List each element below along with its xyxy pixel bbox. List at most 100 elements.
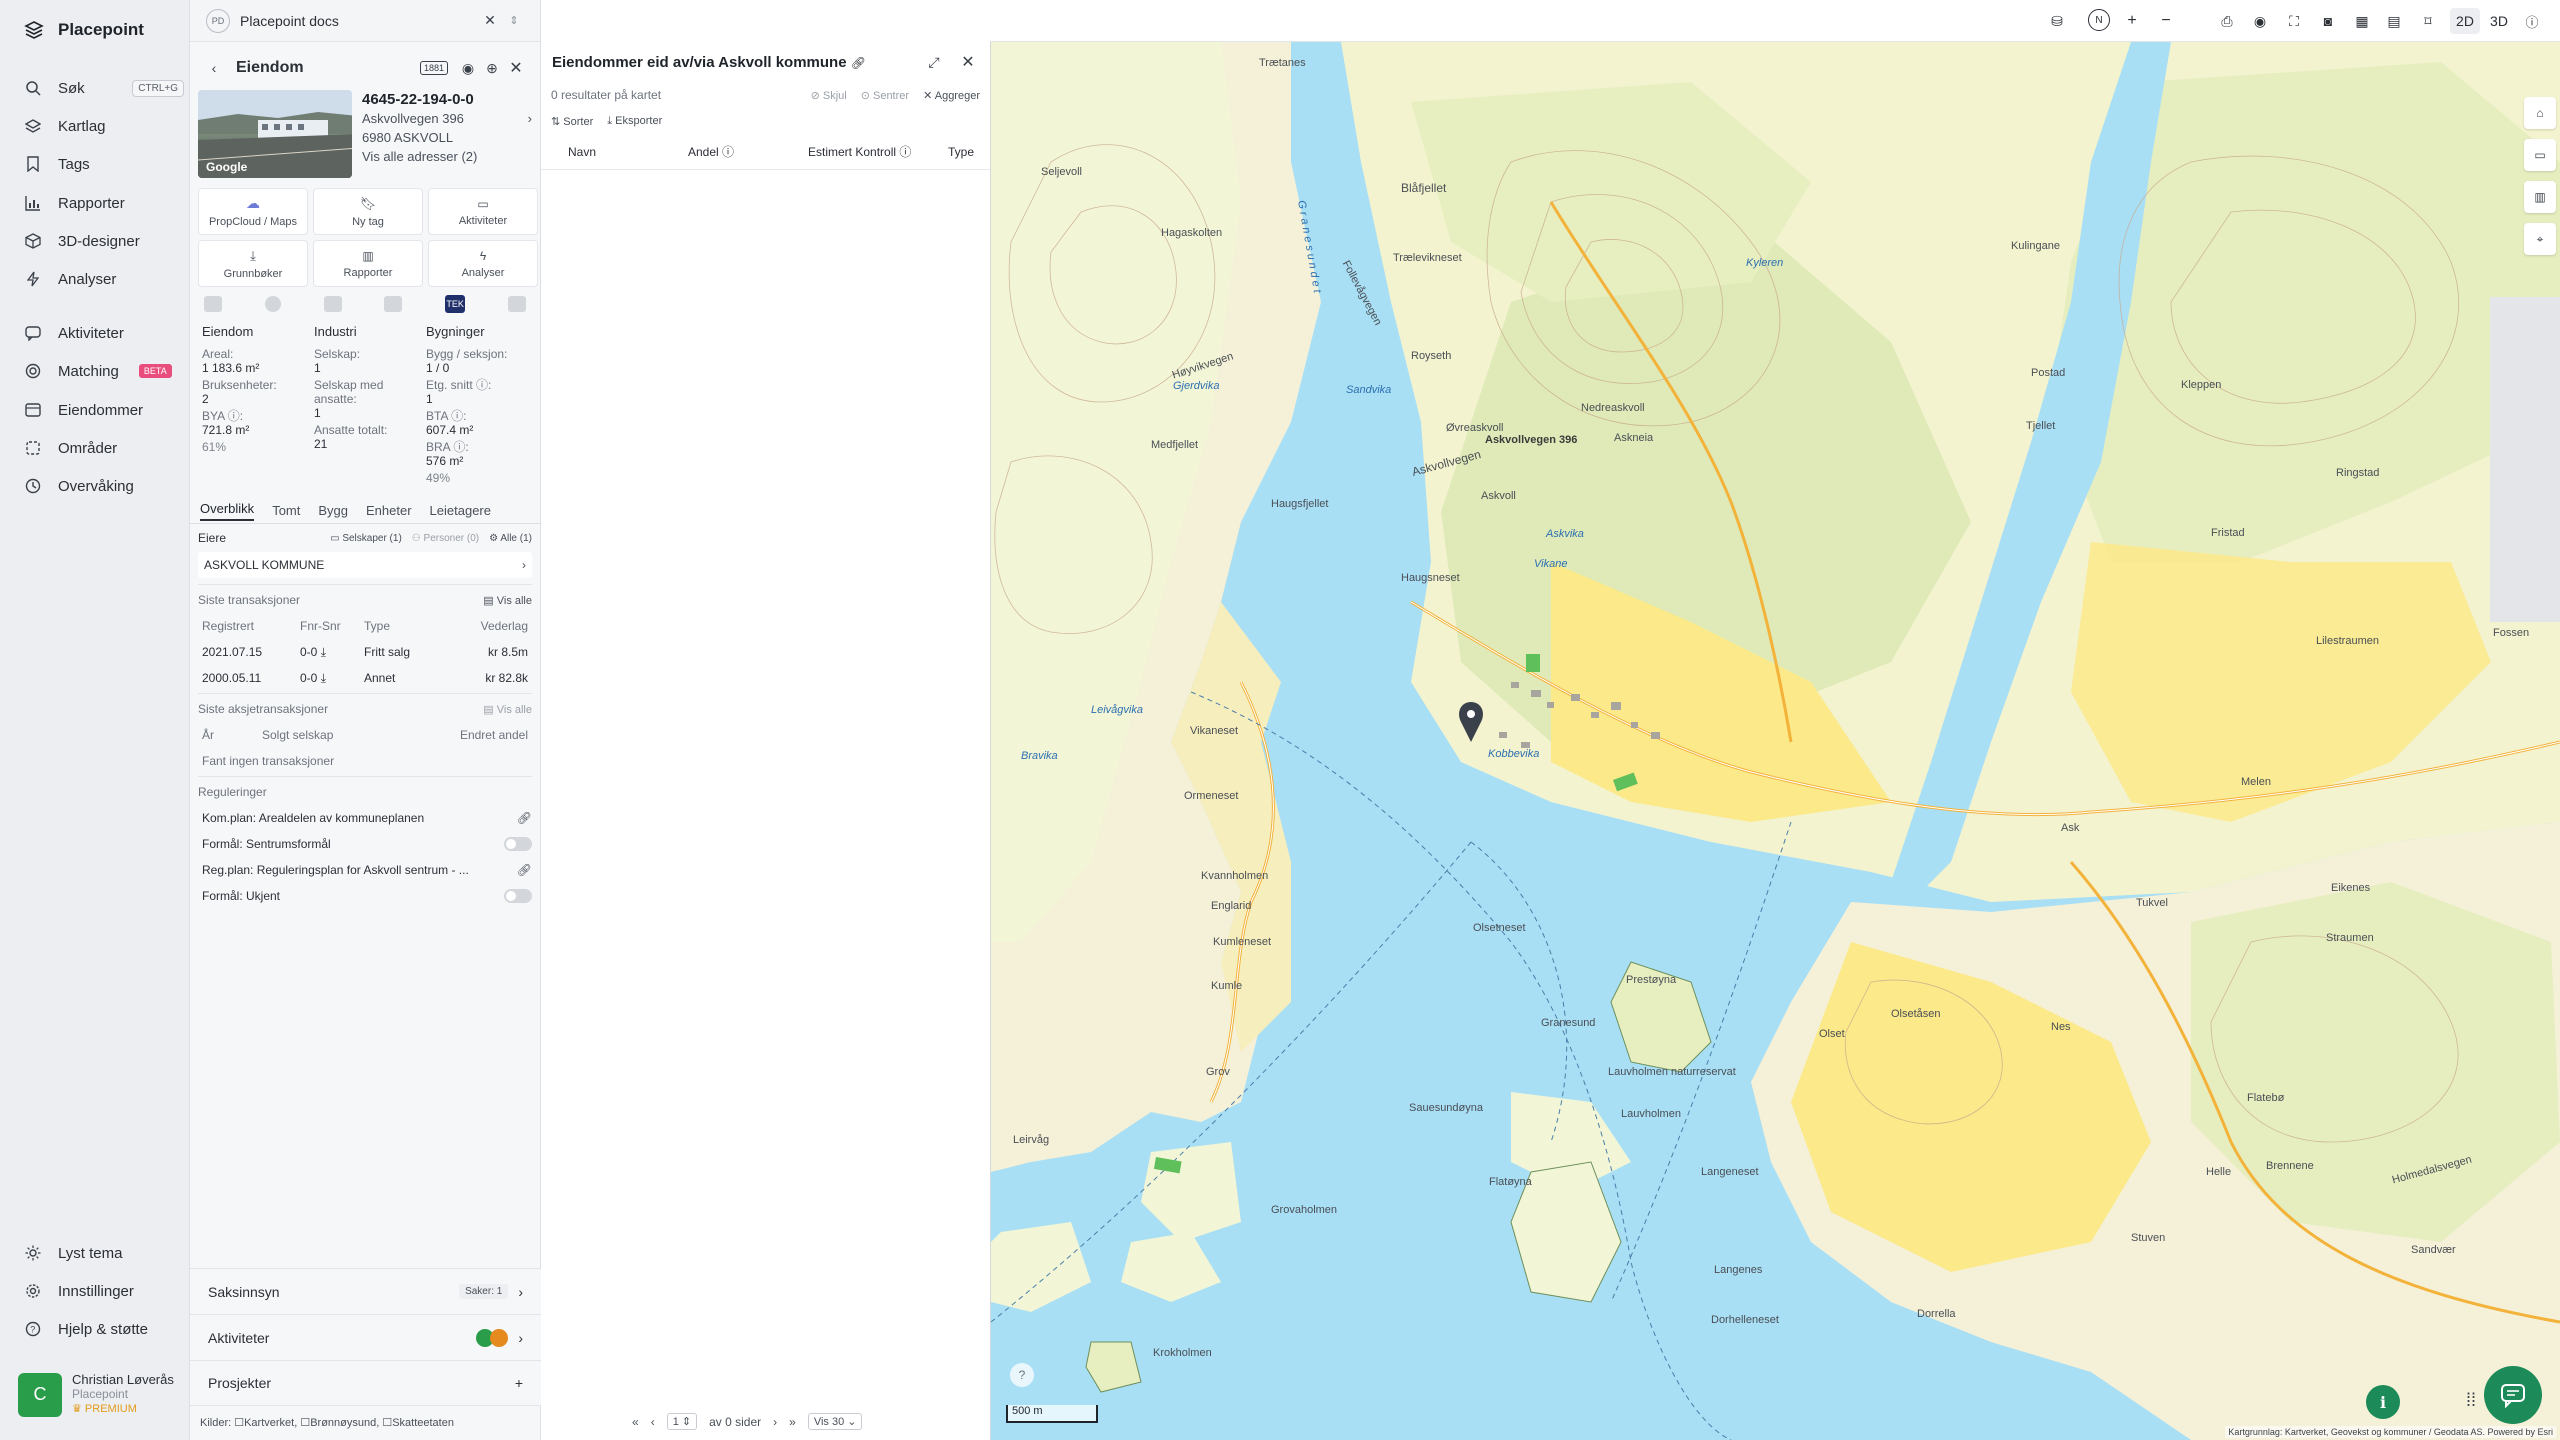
- center-button[interactable]: ⊙ Sentrer: [861, 89, 909, 102]
- activities-button[interactable]: ▭ Aktiviteter: [428, 188, 538, 235]
- planet-icon[interactable]: [264, 296, 281, 312]
- camera-icon[interactable]: ◙: [2316, 9, 2340, 33]
- zoom-out-icon[interactable]: −: [2154, 9, 2178, 33]
- close-icon[interactable]: ✕: [504, 56, 528, 80]
- prev-page-icon[interactable]: ‹: [651, 1415, 655, 1429]
- link-icon[interactable]: 🔗︎: [851, 56, 866, 70]
- print-icon[interactable]: ⎙: [2215, 9, 2239, 33]
- per-page-select[interactable]: Vis 30 ⌄: [807, 1413, 863, 1430]
- sidebar-item-matching[interactable]: Matching BETA: [24, 355, 184, 387]
- page-select[interactable]: 1 ⇕: [666, 1413, 698, 1430]
- new-tag-button[interactable]: 🔖︎ Ny tag: [313, 188, 423, 235]
- col-header-type[interactable]: Type: [948, 145, 988, 159]
- tab-bygg[interactable]: Bygg: [318, 503, 348, 518]
- tab-overblikk[interactable]: Overblikk: [200, 501, 255, 521]
- property-address-row[interactable]: Askvollvegen 396 ›: [362, 109, 532, 128]
- sidebar-item-eiendommer[interactable]: Eiendommer: [24, 394, 184, 426]
- first-page-icon[interactable]: «: [632, 1415, 639, 1429]
- info-button[interactable]: i: [2366, 1385, 2400, 1419]
- analyses-button[interactable]: ϟ Analyser: [428, 240, 538, 287]
- export-button[interactable]: ⤓ Eksporter: [607, 115, 662, 128]
- bookmark-icon[interactable]: ⌑: [2416, 9, 2440, 33]
- regulation-toggle[interactable]: [504, 889, 532, 903]
- transactions-view-all[interactable]: ▤ Vis alle: [483, 594, 532, 607]
- regulation-row[interactable]: Kom.plan: Arealdelen av kommuneplanen 🔗︎: [198, 805, 532, 831]
- sidebar-item-sok[interactable]: Søk CTRL+G: [24, 72, 184, 104]
- col-header-kontroll[interactable]: Estimert Kontroll ⓘ: [808, 143, 948, 160]
- map-pin-icon[interactable]: ⌖: [2524, 223, 2556, 255]
- zoom-in-icon[interactable]: +: [2120, 9, 2144, 33]
- table-row[interactable]: 2000.05.11 0-0 ⤓ Annet kr 82.8k: [198, 665, 532, 691]
- regulation-row[interactable]: Formål: Sentrumsformål: [198, 831, 532, 857]
- sidebar-item-3d-designer[interactable]: 3D-designer: [24, 225, 184, 257]
- house-icon[interactable]: [507, 296, 526, 312]
- share-view-all[interactable]: ▤ Vis alle: [483, 703, 532, 716]
- sidebar-item-tags[interactable]: Tags: [24, 148, 184, 180]
- street-view-image[interactable]: Google: [198, 90, 352, 178]
- close-icon[interactable]: ✕: [956, 50, 980, 74]
- download-icon[interactable]: ⤓: [321, 671, 326, 685]
- question-icon[interactable]: ?: [1010, 1363, 1034, 1387]
- back-arrow-icon[interactable]: ‹: [202, 56, 226, 80]
- aktiviteter-section[interactable]: Aktiviteter ›: [190, 1314, 541, 1360]
- docs-tab-title[interactable]: Placepoint docs: [240, 13, 478, 29]
- compass-icon[interactable]: N: [2088, 9, 2110, 31]
- tab-tomt[interactable]: Tomt: [272, 503, 300, 518]
- next-page-icon[interactable]: ›: [773, 1415, 777, 1429]
- info-circle-icon[interactable]: ⓘ: [2520, 9, 2544, 33]
- eye-icon[interactable]: ◉: [456, 56, 480, 80]
- sidebar-item-lyst-tema[interactable]: Lyst tema: [24, 1237, 184, 1269]
- grid-icon[interactable]: ▦: [2350, 9, 2374, 33]
- brand[interactable]: Placepoint: [24, 20, 144, 40]
- layers-stack-icon[interactable]: ⛁: [2045, 9, 2069, 33]
- col-header-navn[interactable]: Navn: [568, 145, 688, 159]
- propcloud-button[interactable]: ☁ PropCloud / Maps: [198, 188, 308, 235]
- sidebar-item-aktiviteter[interactable]: Aktiviteter: [24, 317, 184, 349]
- aggregate-button[interactable]: ✕ Aggreger: [923, 89, 980, 102]
- link-icon[interactable]: 🔗︎: [517, 811, 532, 825]
- sidebar-item-innstillinger[interactable]: Innstillinger: [24, 1275, 184, 1307]
- fullscreen-icon[interactable]: ⛶: [2282, 9, 2306, 33]
- chevron-updown-icon[interactable]: ⇕: [502, 9, 526, 33]
- sort-button[interactable]: ⇅ Sorter: [551, 115, 593, 128]
- map-tool-icon[interactable]: ⌂: [2524, 97, 2556, 129]
- regulation-toggle[interactable]: [504, 837, 532, 851]
- regulation-row[interactable]: Formål: Ukjent: [198, 883, 532, 909]
- add-circle-icon[interactable]: ⊕: [480, 56, 504, 80]
- sidebar-item-rapporter[interactable]: Rapporter: [24, 187, 184, 219]
- grid-dots-icon[interactable]: ⁞⁞: [2466, 1390, 2476, 1411]
- filter-all[interactable]: ⚙ Alle (1): [489, 533, 532, 544]
- map-canvas[interactable]: Askvollvegen 396 Sandvika Gjerdvika Askv…: [991, 42, 2560, 1440]
- view-2d-button[interactable]: 2D: [2450, 8, 2480, 34]
- user-profile[interactable]: C Christian Løverås Placepoint ♛ PREMIUM: [18, 1372, 174, 1417]
- plant-icon[interactable]: [323, 296, 342, 312]
- chart-icon[interactable]: ▥: [2524, 181, 2556, 213]
- sidebar-item-omrader[interactable]: Områder: [24, 432, 184, 464]
- chat-button[interactable]: [2484, 1366, 2542, 1424]
- reports-button[interactable]: ▥ Rapporter: [313, 240, 423, 287]
- saksinnsyn-section[interactable]: Saksinnsyn Saker: 1 ›: [190, 1268, 541, 1314]
- filter-persons[interactable]: ⚇ Personer (0): [412, 533, 479, 544]
- sidebar-item-analyser[interactable]: Analyser: [24, 263, 184, 295]
- energy-bars-icon[interactable]: [384, 296, 403, 312]
- grunnboker-button[interactable]: ⤓ Grunnbøker: [198, 240, 308, 287]
- link-icon[interactable]: 🔗︎: [517, 863, 532, 877]
- hide-button[interactable]: ⊘ Skjul: [811, 89, 847, 102]
- sidebar-item-kartlag[interactable]: Kartlag: [24, 110, 184, 142]
- tab-enheter[interactable]: Enheter: [366, 503, 412, 518]
- tab-leietagere[interactable]: Leietagere: [430, 503, 491, 518]
- plus-icon[interactable]: +: [515, 1375, 523, 1391]
- tek-icon[interactable]: TEK: [445, 295, 466, 313]
- all-addresses-link[interactable]: Vis alle adresser (2): [362, 147, 532, 166]
- download-icon[interactable]: ⤓: [321, 645, 326, 659]
- filter-companies[interactable]: ▭ Selskaper (1): [330, 533, 402, 544]
- view-3d-button[interactable]: 3D: [2484, 8, 2514, 34]
- basemap-icon[interactable]: ▤: [2382, 9, 2406, 33]
- phonebook-badge[interactable]: 1881: [419, 61, 448, 75]
- col-header-andel[interactable]: Andel ⓘ: [688, 143, 808, 160]
- sidebar-item-overvaking[interactable]: Overvåking: [24, 470, 184, 502]
- close-icon[interactable]: ✕: [478, 9, 502, 33]
- owner-row[interactable]: ASKVOLL KOMMUNE ›: [198, 552, 532, 578]
- eye-icon[interactable]: ◉: [2248, 9, 2272, 33]
- prosjekter-section[interactable]: Prosjekter +: [190, 1360, 541, 1406]
